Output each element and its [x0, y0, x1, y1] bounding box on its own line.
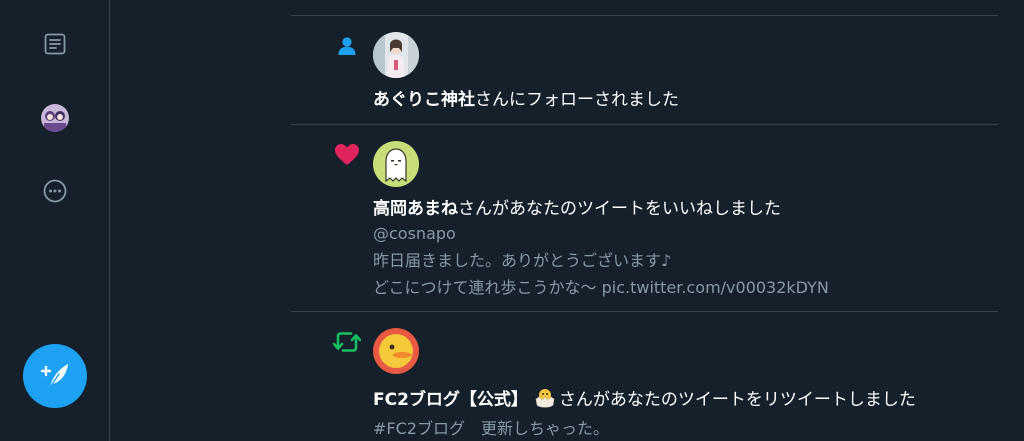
heart-icon: [333, 141, 361, 169]
action-text: さんがあなたのツイートをいいねしました: [458, 199, 781, 219]
actor-name[interactable]: 高岡あまね: [373, 199, 458, 219]
notification-follow[interactable]: あぐりこ神社さんにフォローされました: [291, 16, 998, 124]
notification-text: あぐりこ神社さんにフォローされました: [373, 88, 679, 112]
tweet-handle[interactable]: @cosnapo: [373, 222, 456, 246]
notification-like[interactable]: 高岡あまねさんがあなたのツイートをいいねしました @cosnapo 昨日届きまし…: [291, 125, 998, 311]
notification-text: 高岡あまねさんがあなたのツイートをいいねしました: [373, 197, 781, 221]
notification-text: FC2ブログ【公式】 さんがあなたのツイートをリツイートしました: [373, 388, 916, 412]
sidebar-item-profile[interactable]: [41, 104, 69, 132]
tweet-text-line: 昨日届きました。ありがとうございます♪: [373, 251, 672, 270]
retweet-icon: [333, 328, 361, 356]
sidebar-nav: [0, 0, 110, 441]
avatar[interactable]: [373, 32, 419, 78]
avatar[interactable]: [373, 328, 419, 374]
tweet-text-line: どこにつけて連れ歩こうかな〜 pic.twitter.com/v00032kDY…: [373, 278, 829, 297]
action-text: さんにフォローされました: [475, 90, 679, 110]
action-text: さんがあなたのツイートをリツイートしました: [558, 390, 916, 410]
sidebar-item-more[interactable]: [36, 172, 74, 210]
tweet-text-line: #FC2ブログ 更新しちゃった。: [373, 419, 609, 438]
more-circle-icon: [43, 179, 67, 203]
twitter-notifications-screen: あぐりこ神社さんにフォローされました 高岡あまねさんがあなたのツイートをいいねし…: [0, 0, 1024, 441]
notifications-feed: あぐりこ神社さんにフォローされました 高岡あまねさんがあなたのツイートをいいねし…: [291, 0, 998, 441]
previous-notification-text-fragment: [431, 0, 731, 4]
compose-feather-icon: [40, 364, 68, 390]
hatching-chick-icon: [535, 389, 555, 408]
avatar[interactable]: [373, 141, 419, 187]
document-list-icon: [44, 33, 66, 55]
notification-retweet[interactable]: FC2ブログ【公式】 さんがあなたのツイートをリツイートしました #FC2ブログ…: [291, 312, 998, 441]
actor-name[interactable]: FC2ブログ【公式】: [373, 390, 528, 410]
profile-avatar: [41, 104, 69, 132]
compose-tweet-button[interactable]: [23, 344, 87, 408]
sidebar-item-lists[interactable]: [36, 25, 74, 63]
person-icon: [333, 32, 361, 60]
actor-name[interactable]: あぐりこ神社: [373, 90, 475, 110]
